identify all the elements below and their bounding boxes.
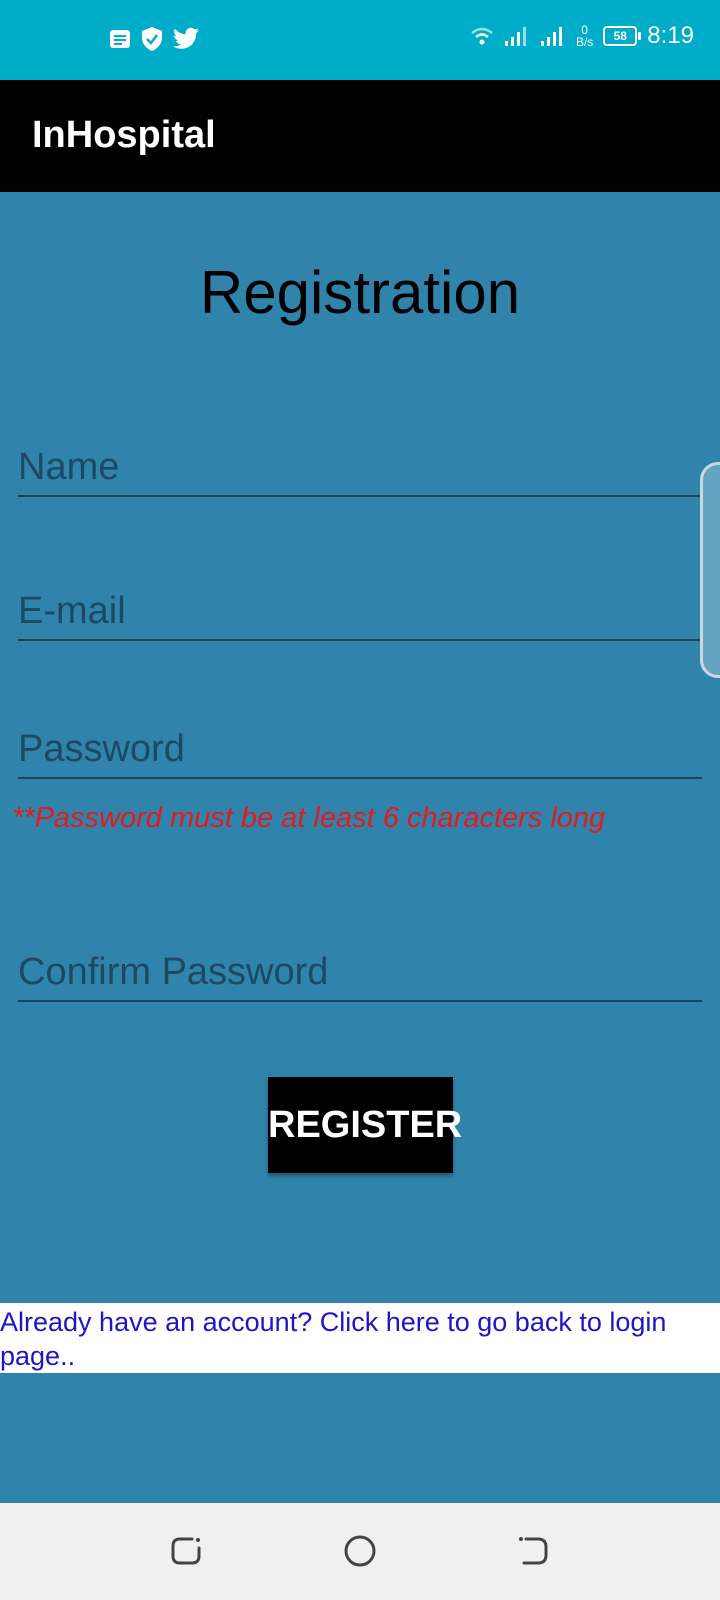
- status-bar: 0 B/s 58 8:19: [0, 0, 720, 80]
- back-icon[interactable]: [516, 1533, 552, 1569]
- netspeed-unit: B/s: [575, 35, 594, 49]
- app-title: InHospital: [32, 114, 216, 156]
- status-right-icons: 0 B/s 58 8:19: [470, 22, 694, 50]
- login-link-container: Already have an account? Click here to g…: [0, 1303, 720, 1373]
- password-hint: **Password must be at least 6 characters…: [12, 802, 606, 834]
- battery-level: 58: [613, 29, 627, 43]
- signal-icon: [504, 27, 526, 46]
- notification-icon: [110, 30, 130, 48]
- name-field[interactable]: [18, 435, 702, 497]
- wifi-icon: [471, 27, 493, 45]
- edge-panel-handle[interactable]: [700, 462, 720, 678]
- register-button[interactable]: REGISTER: [268, 1077, 462, 1173]
- network-speed: 0 B/s: [576, 24, 593, 48]
- status-time: 8:19: [647, 22, 694, 49]
- password-field[interactable]: [18, 717, 702, 779]
- battery-icon: 58: [603, 26, 642, 46]
- back-to-login-link[interactable]: Already have an account? Click here to g…: [0, 1303, 720, 1373]
- home-icon[interactable]: [342, 1533, 378, 1569]
- app-bar: InHospital: [0, 80, 720, 192]
- name-input[interactable]: [18, 446, 702, 489]
- signal-icon: [540, 27, 562, 46]
- email-input[interactable]: [18, 590, 702, 633]
- confirm-password-input[interactable]: [18, 951, 702, 994]
- recent-apps-icon[interactable]: [168, 1533, 204, 1569]
- confirm-password-field[interactable]: [18, 940, 702, 1002]
- password-input[interactable]: [18, 728, 702, 771]
- shield-icon: [142, 27, 162, 51]
- email-field[interactable]: [18, 579, 702, 641]
- page-title: Registration: [199, 259, 521, 326]
- navigation-bar: [0, 1503, 720, 1600]
- status-left-icons: [108, 26, 200, 52]
- twitter-icon: [173, 27, 199, 49]
